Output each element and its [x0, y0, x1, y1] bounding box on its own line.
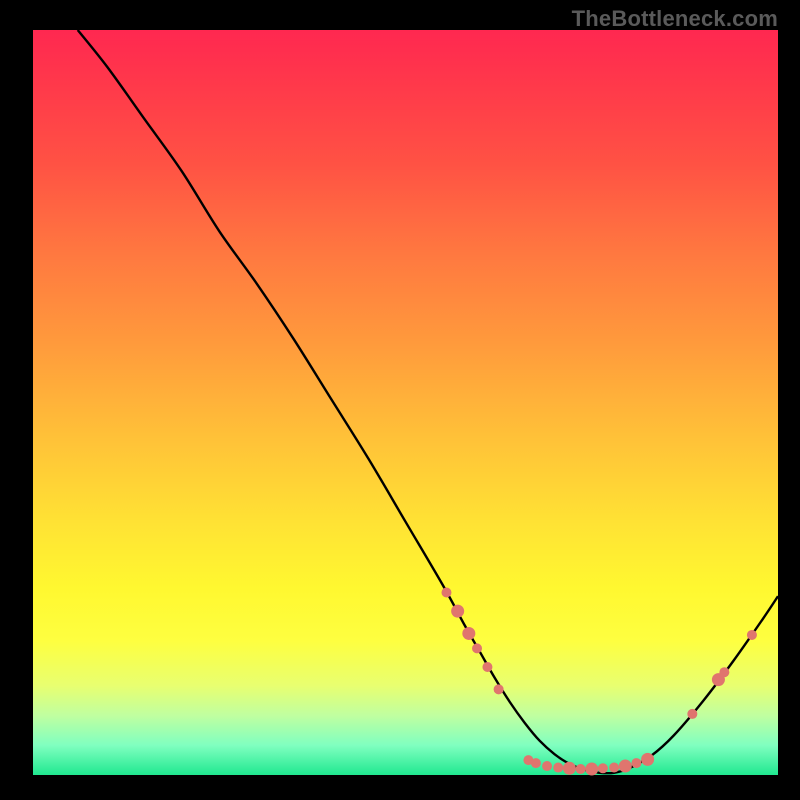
- curve-marker: [641, 753, 654, 766]
- curve-marker: [494, 684, 504, 694]
- curve-marker: [472, 643, 482, 653]
- curve-markers: [441, 587, 756, 775]
- curve-marker: [531, 758, 541, 768]
- curve-marker: [441, 587, 451, 597]
- curve-marker: [598, 763, 608, 773]
- curve-marker: [553, 763, 563, 773]
- chart-plot-area: [33, 30, 778, 775]
- curve-marker: [619, 760, 632, 773]
- curve-marker: [542, 761, 552, 771]
- attribution-text: TheBottleneck.com: [572, 6, 778, 32]
- curve-marker: [451, 605, 464, 618]
- curve-marker: [585, 763, 598, 776]
- curve-marker: [609, 763, 619, 773]
- bottleneck-curve-svg: [33, 30, 778, 775]
- curve-marker: [687, 709, 697, 719]
- curve-marker: [462, 627, 475, 640]
- curve-marker: [482, 662, 492, 672]
- curve-marker: [631, 758, 641, 768]
- bottleneck-curve-path: [78, 30, 778, 773]
- curve-marker: [747, 630, 757, 640]
- curve-marker: [576, 764, 586, 774]
- curve-marker: [563, 762, 576, 775]
- curve-marker: [719, 667, 729, 677]
